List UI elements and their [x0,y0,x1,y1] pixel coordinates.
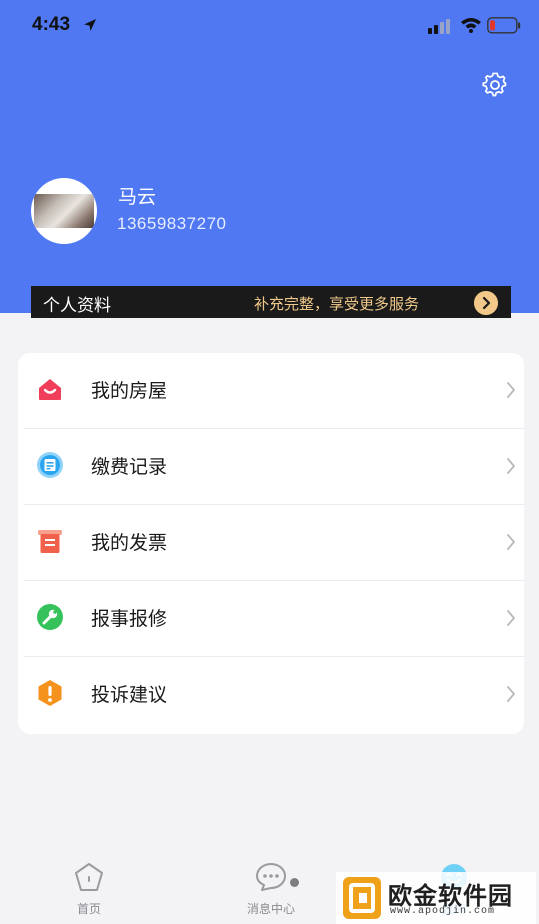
wifi-icon [461,18,481,33]
chevron-right-icon [507,534,515,550]
menu-card: 我的房屋 缴费记录 我的发票 报事报修 投诉建议 [18,353,524,734]
menu-item-report-repair[interactable]: 报事报修 [18,581,524,657]
chevron-right-circle-icon [474,291,498,315]
menu-item-label: 我的发票 [91,532,168,554]
tab-messages[interactable]: 消息中心 [221,850,321,924]
menu-item-label: 我的房屋 [91,380,168,402]
chat-bubble-icon [256,863,286,891]
chevron-right-icon [507,610,515,626]
menu-item-payment-records[interactable]: 缴费记录 [18,429,524,505]
menu-item-my-house[interactable]: 我的房屋 [18,353,524,429]
alert-icon [38,680,62,706]
settings-gear-icon[interactable] [482,72,508,98]
location-arrow-icon [84,19,96,31]
home-pentagon-icon [75,863,103,891]
complete-profile-promo: 补充完整，享受更多服务 [254,295,420,313]
house-icon [39,379,61,400]
cellular-signal-icon [428,19,450,34]
menu-item-complaints[interactable]: 投诉建议 [18,657,524,733]
tab-home[interactable]: 首页 [39,850,139,924]
wrench-icon [37,604,63,630]
watermark-url: www.apodjin.com [390,906,496,917]
chevron-right-icon [507,382,515,398]
tab-label: 消息中心 [246,902,295,916]
menu-item-my-invoices[interactable]: 我的发票 [18,505,524,581]
menu-item-label: 报事报修 [91,608,168,630]
menu-item-label: 缴费记录 [91,456,168,478]
tab-label: 首页 [76,902,101,916]
user-name: 马云 [118,186,157,208]
bill-icon [37,452,63,478]
chevron-right-icon [507,686,515,702]
status-time: 4:43 [32,14,71,35]
invoice-icon [38,530,62,553]
chevron-right-icon [507,458,515,474]
watermark: 欧金软件园 www.apodjin.com [336,872,536,924]
unread-dot [290,878,299,887]
battery-low-icon [487,17,521,34]
menu-item-label: 投诉建议 [91,684,168,706]
user-avatar[interactable] [31,178,97,244]
avatar-photo [34,194,94,228]
personal-info-label: 个人资料 [43,296,111,316]
personal-info-bar[interactable]: 个人资料 补充完整，享受更多服务 [31,286,511,318]
user-phone: 13659837270 [117,214,227,233]
watermark-logo-icon [343,877,381,919]
status-bar: 4:43 [0,0,539,50]
